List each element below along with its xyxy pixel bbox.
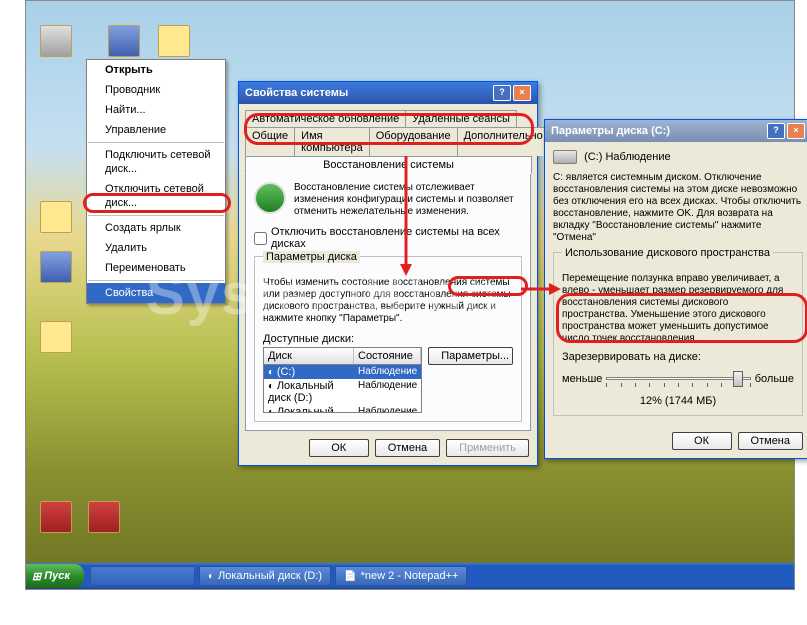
params-button[interactable]: Параметры...: [428, 347, 513, 365]
desktop-icon[interactable]: [38, 25, 74, 65]
disable-restore-label: Отключить восстановление системы на всех…: [271, 226, 522, 250]
disk-slider[interactable]: [606, 369, 750, 389]
menu-find[interactable]: Найти...: [87, 100, 225, 120]
taskbar: ⊞ Пуск ◐ Локальный диск (D:) 📄 *new 2 - …: [26, 563, 794, 589]
restore-info-text: Восстановление системы отслеживает измен…: [294, 182, 522, 218]
table-row[interactable]: ◐ Локальный диск (D:) Наблюдение: [264, 379, 421, 405]
titlebar[interactable]: Параметры диска (C:) ? ×: [545, 120, 807, 142]
desktop-icon[interactable]: [38, 321, 74, 361]
menu-map-drive[interactable]: Подключить сетевой диск...: [87, 145, 225, 179]
desktop-icon[interactable]: [86, 501, 122, 541]
dialog-title: Свойства системы: [245, 87, 348, 99]
desktop: Открыть Проводник Найти... Управление По…: [25, 0, 795, 590]
col-status[interactable]: Состояние: [354, 348, 421, 364]
slider-value: 12% (1744 МБ): [562, 395, 794, 407]
slider-less: меньше: [562, 373, 602, 385]
usage-text: Перемещение ползунка вправо увеличивает,…: [562, 273, 794, 345]
usage-legend: Использование дискового пространства: [562, 247, 773, 259]
taskbar-item[interactable]: [90, 566, 195, 586]
ok-button[interactable]: ОК: [672, 432, 732, 450]
menu-disconnect-drive[interactable]: Отключить сетевой диск...: [87, 179, 225, 213]
menu-manage[interactable]: Управление: [87, 120, 225, 140]
table-row[interactable]: ◐ (C:) Наблюдение: [264, 365, 421, 379]
apply-button[interactable]: Применить: [446, 439, 529, 457]
titlebar[interactable]: Свойства системы ? ×: [239, 82, 537, 104]
taskbar-item[interactable]: 📄 *new 2 - Notepad++: [335, 566, 467, 586]
disk-warning: C: является системным диском. Отключение…: [553, 172, 803, 244]
disk-params-legend: Параметры диска: [263, 251, 360, 263]
table-row[interactable]: ◐ Локальный диск (E:) Наблюдение: [264, 405, 421, 413]
tab-auto-update[interactable]: Автоматическое обновление: [245, 110, 406, 127]
disk-icon: [553, 150, 577, 164]
disable-restore-checkbox[interactable]: [254, 232, 267, 245]
desktop-icon[interactable]: [38, 201, 74, 241]
menu-delete[interactable]: Удалить: [87, 238, 225, 258]
cancel-button[interactable]: Отмена: [375, 439, 440, 457]
slider-thumb[interactable]: [733, 371, 743, 387]
disk-label: (C:) Наблюдение: [584, 151, 671, 163]
menu-open[interactable]: Открыть: [87, 60, 225, 80]
close-button[interactable]: ×: [787, 123, 805, 139]
col-disk[interactable]: Диск: [264, 348, 354, 364]
help-button[interactable]: ?: [767, 123, 785, 139]
disk-params-dialog: Параметры диска (C:) ? × (C:) Наблюдение…: [544, 119, 807, 459]
disk-table-body[interactable]: ◐ (C:) Наблюдение ◐ Локальный диск (D:) …: [263, 365, 422, 413]
restore-icon: [254, 182, 286, 214]
disk-params-text: Чтобы изменить состояние восстановления …: [263, 277, 513, 325]
cancel-button[interactable]: Отмена: [738, 432, 803, 450]
disk-table-header: Диск Состояние: [263, 347, 422, 365]
tab-general[interactable]: Общие: [245, 127, 295, 156]
tab-system-restore[interactable]: Восстановление системы: [245, 156, 532, 174]
available-disks-label: Доступные диски:: [263, 333, 513, 345]
menu-create-shortcut[interactable]: Создать ярлык: [87, 218, 225, 238]
close-button[interactable]: ×: [513, 85, 531, 101]
reserve-label: Зарезервировать на диске:: [562, 351, 794, 363]
desktop-icon[interactable]: [38, 251, 74, 291]
desktop-icon[interactable]: [38, 501, 74, 541]
tab-remote[interactable]: Удаленные сеансы: [405, 110, 517, 127]
menu-rename[interactable]: Переименовать: [87, 258, 225, 278]
tab-advanced[interactable]: Дополнительно: [457, 127, 550, 156]
context-menu: Открыть Проводник Найти... Управление По…: [86, 59, 226, 304]
menu-explorer[interactable]: Проводник: [87, 80, 225, 100]
taskbar-item[interactable]: ◐ Локальный диск (D:): [199, 566, 331, 586]
windows-logo-icon: ⊞: [32, 570, 41, 583]
slider-more: больше: [755, 373, 794, 385]
menu-properties[interactable]: Свойства: [87, 283, 225, 303]
tab-hardware[interactable]: Оборудование: [369, 127, 458, 156]
help-button[interactable]: ?: [493, 85, 511, 101]
ok-button[interactable]: ОК: [309, 439, 369, 457]
system-properties-dialog: Свойства системы ? × Автоматическое обно…: [238, 81, 538, 466]
tab-computer-name[interactable]: Имя компьютера: [294, 127, 370, 156]
start-button[interactable]: ⊞ Пуск: [26, 564, 84, 588]
dialog-title: Параметры диска (C:): [551, 125, 670, 137]
